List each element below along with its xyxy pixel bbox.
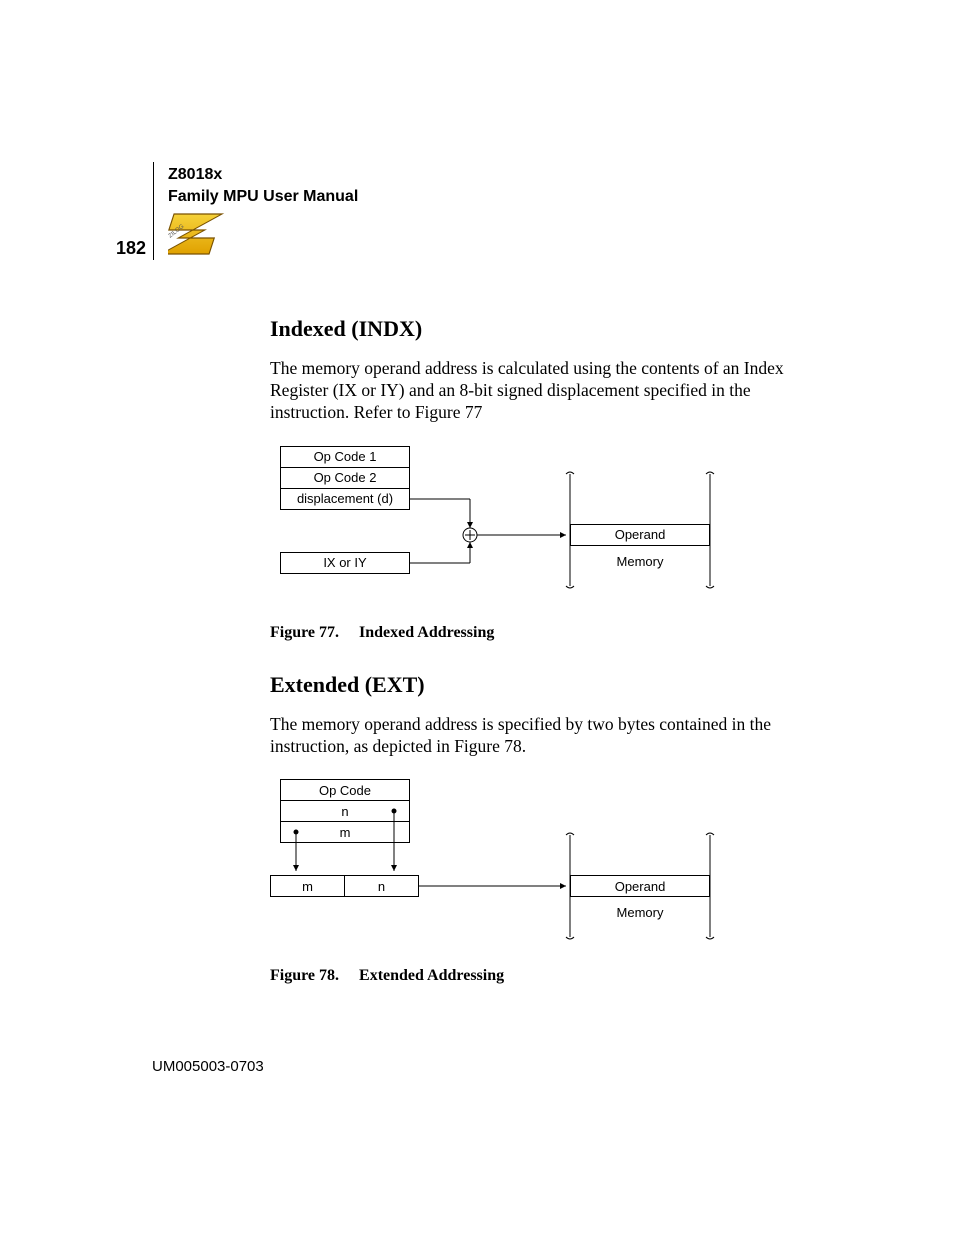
doc-header: Z8018x Family MPU User Manual xyxy=(168,164,358,207)
figure-77-caption-title: Indexed Addressing xyxy=(359,624,494,641)
fig78-n: n xyxy=(280,800,410,822)
fig77-displacement: displacement (d) xyxy=(280,488,410,510)
page-number: 182 xyxy=(116,238,146,259)
fig78-m: m xyxy=(280,821,410,843)
figure-77: Op Code 1 Op Code 2 displacement (d) IX … xyxy=(270,446,730,606)
fig78-opcode: Op Code xyxy=(280,779,410,801)
doc-footer-code: UM005003-0703 xyxy=(152,1058,264,1075)
fig78-n2: n xyxy=(344,875,419,897)
figure-78-caption-num: Figure 78. xyxy=(270,967,339,984)
para-extended: The memory operand address is specified … xyxy=(270,714,790,758)
fig77-opcode1: Op Code 1 xyxy=(280,446,410,468)
doc-title: Family MPU User Manual xyxy=(168,186,358,208)
figure-78: Op Code n m m n Operand Memory xyxy=(270,779,730,949)
figure-78-caption-title: Extended Addressing xyxy=(359,967,504,984)
fig78-memory-label: Memory xyxy=(570,905,710,920)
heading-indexed: Indexed (INDX) xyxy=(270,316,790,342)
fig77-operand: Operand xyxy=(570,524,710,546)
figure-77-caption-num: Figure 77. xyxy=(270,624,339,641)
fig77-memory-label: Memory xyxy=(570,554,710,569)
heading-extended: Extended (EXT) xyxy=(270,672,790,698)
figure-78-caption: Figure 78. Extended Addressing xyxy=(270,967,790,985)
fig77-opcode2: Op Code 2 xyxy=(280,467,410,489)
fig78-operand: Operand xyxy=(570,875,710,897)
doc-model: Z8018x xyxy=(168,164,358,186)
zilog-logo-icon: ZILOG xyxy=(168,208,232,260)
para-indexed: The memory operand address is calculated… xyxy=(270,358,790,424)
figure-77-caption: Figure 77. Indexed Addressing xyxy=(270,624,790,642)
fig77-ixiy: IX or IY xyxy=(280,552,410,574)
header-divider xyxy=(153,162,154,260)
fig78-m2: m xyxy=(270,875,345,897)
